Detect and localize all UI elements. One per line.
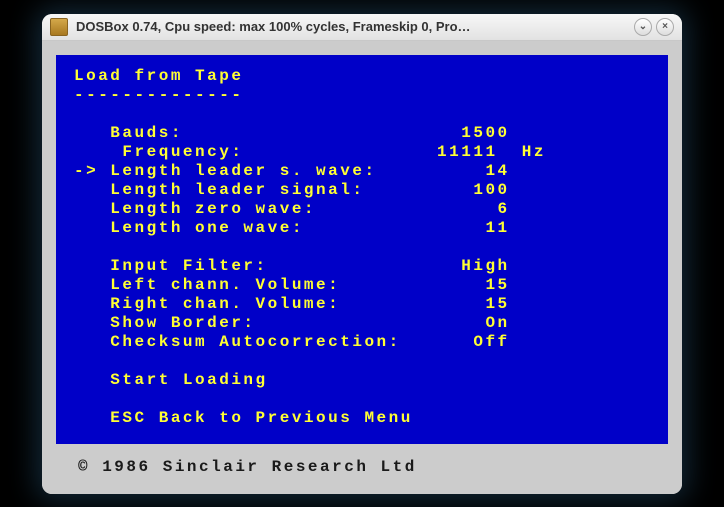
minimize-button[interactable]: ⌄ <box>634 18 652 36</box>
close-button[interactable]: × <box>656 18 674 36</box>
app-window: DOSBox 0.74, Cpu speed: max 100% cycles,… <box>42 14 682 494</box>
terminal-text: Load from Tape -------------- Bauds: 150… <box>74 67 650 428</box>
copyright-footer: © 1986 Sinclair Research Ltd <box>56 444 668 486</box>
emulator-content: Load from Tape -------------- Bauds: 150… <box>42 41 682 494</box>
window-title: DOSBox 0.74, Cpu speed: max 100% cycles,… <box>76 19 630 34</box>
titlebar: DOSBox 0.74, Cpu speed: max 100% cycles,… <box>42 14 682 41</box>
app-icon <box>50 18 68 36</box>
emulator-screen[interactable]: Load from Tape -------------- Bauds: 150… <box>56 55 668 444</box>
